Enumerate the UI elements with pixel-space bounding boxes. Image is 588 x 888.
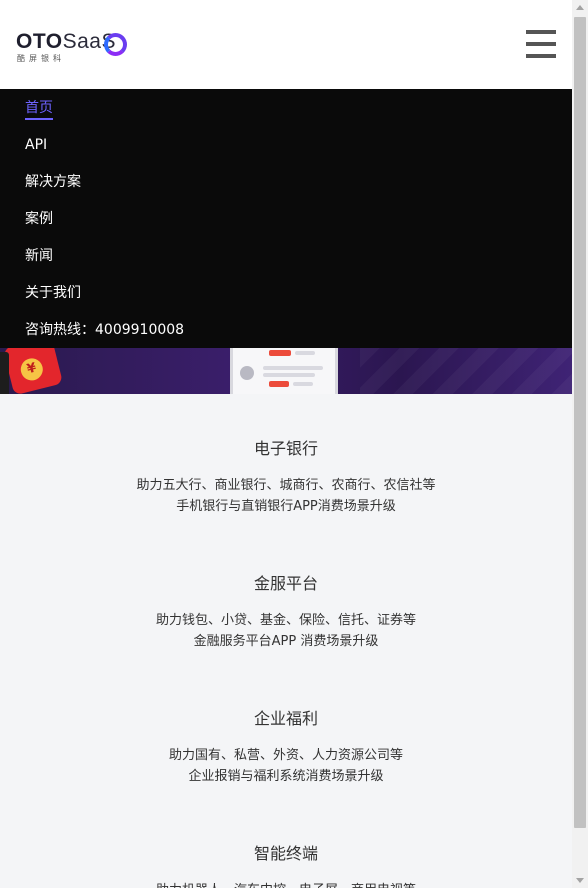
scrollbar-thumb[interactable]: [574, 17, 586, 828]
section-enterprise-welfare: 企业福利 助力国有、私营、外资、人力资源公司等 企业报销与福利系统消费场景升级: [0, 708, 572, 787]
section-desc-line: 助力五大行、商业银行、城商行、农商行、农信社等: [136, 478, 436, 493]
red-packet-icon: ¥: [2, 348, 64, 394]
section-desc-line: 企业报销与福利系统消费场景升级: [188, 769, 384, 784]
scroll-up-icon[interactable]: [576, 5, 584, 10]
nav-item-hotline[interactable]: 咨询热线：4009910008: [25, 319, 184, 341]
phone-mockup: [230, 348, 338, 394]
mobile-nav-menu: 首页 API 解决方案 案例 新闻 关于我们 咨询热线：4009910008: [0, 89, 572, 348]
vertical-scrollbar[interactable]: [572, 0, 588, 888]
section-desc-line: 金融服务平台APP 消费场景升级: [193, 634, 379, 649]
section-desc-line: 助力机器人、汽车中控、电子屏、商用电视等: [0, 880, 572, 888]
section-title: 企业福利: [253, 709, 318, 728]
section-desc-line: 助力国有、私营、外资、人力资源公司等: [168, 748, 403, 763]
hamburger-menu-button[interactable]: [526, 30, 556, 58]
site-header: OTOSaaS 酷屏银科: [0, 0, 572, 89]
section-title: 智能终端: [253, 844, 318, 863]
section-smart-terminal: 智能终端 助力机器人、汽车中控、电子屏、商用电视等: [0, 843, 572, 888]
section-title: 电子银行: [253, 439, 318, 458]
hamburger-icon: [526, 30, 556, 34]
scroll-down-icon[interactable]: [576, 878, 584, 883]
section-title: 金服平台: [253, 574, 318, 593]
side-tab-handle[interactable]: [0, 352, 9, 398]
section-ebank: 电子银行 助力五大行、商业银行、城商行、农商行、农信社等 手机银行与直销银行AP…: [0, 438, 572, 517]
solutions-content: 电子银行 助力五大行、商业银行、城商行、农商行、农信社等 手机银行与直销银行AP…: [0, 394, 572, 888]
hero-banner[interactable]: ¥: [0, 348, 572, 394]
nav-item-about[interactable]: 关于我们: [25, 282, 81, 304]
nav-item-news[interactable]: 新闻: [25, 245, 53, 267]
nav-item-cases[interactable]: 案例: [25, 208, 53, 230]
section-desc-line: 助力钱包、小贷、基金、保险、信托、证券等: [155, 613, 416, 628]
nav-item-api[interactable]: API: [25, 134, 47, 156]
logo-wordmark: OTOSaaS: [16, 30, 116, 53]
nav-item-home[interactable]: 首页: [25, 98, 53, 120]
nav-item-solutions[interactable]: 解决方案: [25, 171, 81, 193]
red-packet-seal: ¥: [18, 356, 46, 383]
section-desc-line: 手机银行与直销银行APP消费场景升级: [176, 499, 396, 514]
ring-logo-icon: [104, 33, 127, 56]
app-icon: [240, 366, 254, 380]
site-logo[interactable]: OTOSaaS 酷屏银科: [16, 30, 136, 64]
logo-subtitle: 酷屏银科: [17, 54, 65, 63]
section-finance-platform: 金服平台 助力钱包、小贷、基金、保险、信托、证券等 金融服务平台APP 消费场景…: [0, 573, 572, 652]
